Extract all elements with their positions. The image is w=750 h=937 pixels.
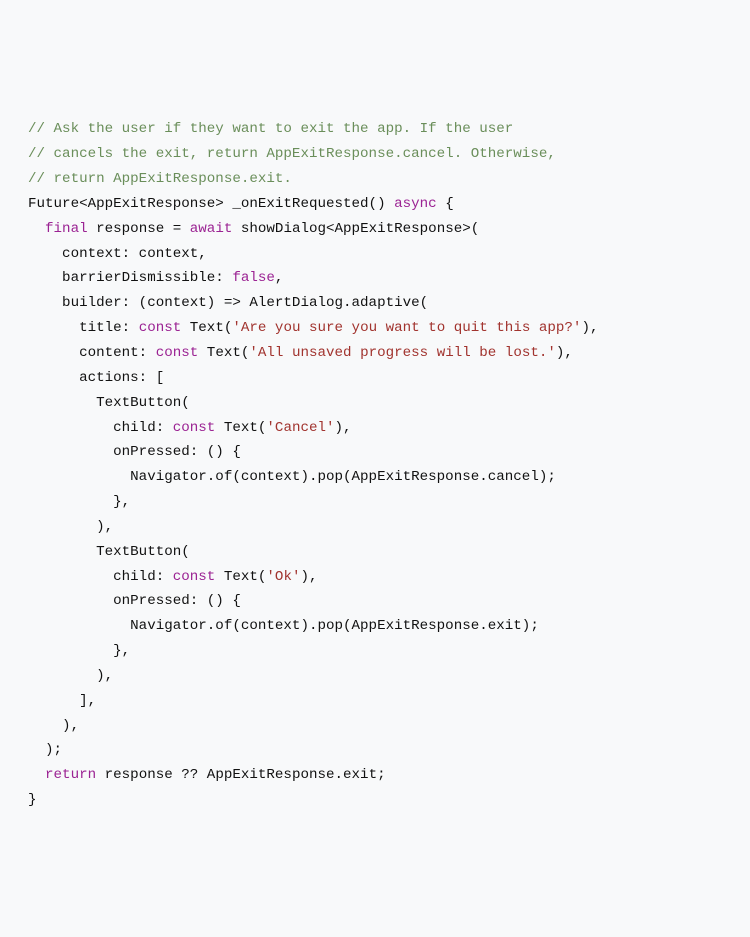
- code-text: ),: [581, 320, 598, 336]
- code-text: ),: [28, 718, 79, 734]
- code-text: ),: [28, 519, 113, 535]
- code-text: ),: [28, 668, 113, 684]
- keyword-const: const: [139, 320, 182, 336]
- code-line: },: [28, 639, 722, 664]
- code-line: Navigator.of(context).pop(AppExitRespons…: [28, 465, 722, 490]
- code-line: ),: [28, 664, 722, 689]
- string-literal: 'Are you sure you want to quit this app?…: [232, 320, 581, 336]
- code-text: response =: [88, 221, 190, 237]
- keyword-final: final: [45, 221, 88, 237]
- code-text: actions: [: [28, 370, 164, 386]
- code-line: actions: [: [28, 366, 722, 391]
- code-text: content:: [28, 345, 156, 361]
- code-text: TextButton(: [28, 544, 190, 560]
- code-text: Text(: [215, 420, 266, 436]
- code-line: TextButton(: [28, 540, 722, 565]
- code-text: Text(: [198, 345, 249, 361]
- code-line: );: [28, 738, 722, 763]
- string-literal: 'Cancel': [266, 420, 334, 436]
- code-text: ],: [28, 693, 96, 709]
- keyword-return: return: [45, 767, 96, 783]
- code-text: Navigator.of(context).pop(AppExitRespons…: [28, 469, 556, 485]
- code-line: // Ask the user if they want to exit the…: [28, 117, 722, 142]
- keyword-const: const: [156, 345, 199, 361]
- code-line: onPressed: () {: [28, 440, 722, 465]
- code-line: return response ?? AppExitResponse.exit;: [28, 763, 722, 788]
- code-line: Future<AppExitResponse> _onExitRequested…: [28, 192, 722, 217]
- keyword-false: false: [232, 270, 275, 286]
- code-line: child: const Text('Ok'),: [28, 565, 722, 590]
- code-text: ,: [275, 270, 284, 286]
- keyword-async: async: [394, 196, 437, 212]
- code-line: barrierDismissible: false,: [28, 266, 722, 291]
- code-text: );: [28, 742, 62, 758]
- code-text: Text(: [215, 569, 266, 585]
- code-line: }: [28, 788, 722, 813]
- code-line: onPressed: () {: [28, 589, 722, 614]
- code-text: },: [28, 494, 130, 510]
- code-line: ),: [28, 515, 722, 540]
- code-text: builder: (context) => AlertDialog.adapti…: [28, 295, 428, 311]
- code-line: content: const Text('All unsaved progres…: [28, 341, 722, 366]
- code-line: child: const Text('Cancel'),: [28, 416, 722, 441]
- code-text: child:: [28, 569, 173, 585]
- code-text: ),: [335, 420, 352, 436]
- code-text: {: [437, 196, 454, 212]
- code-text: title:: [28, 320, 139, 336]
- keyword-const: const: [173, 420, 216, 436]
- code-text: Text(: [181, 320, 232, 336]
- code-block: // Ask the user if they want to exit the…: [28, 117, 722, 813]
- comment-text: // return AppExitResponse.exit.: [28, 171, 292, 187]
- string-literal: 'Ok': [266, 569, 300, 585]
- code-text: },: [28, 643, 130, 659]
- code-text: Navigator.of(context).pop(AppExitRespons…: [28, 618, 539, 634]
- code-text: TextButton(: [28, 395, 190, 411]
- code-text: barrierDismissible:: [28, 270, 232, 286]
- code-line: // cancels the exit, return AppExitRespo…: [28, 142, 722, 167]
- code-text: onPressed: () {: [28, 593, 241, 609]
- code-line: title: const Text('Are you sure you want…: [28, 316, 722, 341]
- code-line: TextButton(: [28, 391, 722, 416]
- code-text: response ?? AppExitResponse.exit;: [96, 767, 385, 783]
- keyword-await: await: [190, 221, 233, 237]
- code-line: },: [28, 490, 722, 515]
- code-line: context: context,: [28, 242, 722, 267]
- code-line: builder: (context) => AlertDialog.adapti…: [28, 291, 722, 316]
- code-text: child:: [28, 420, 173, 436]
- code-text: [28, 767, 45, 783]
- code-text: ),: [556, 345, 573, 361]
- code-text: [28, 221, 45, 237]
- code-text: ),: [300, 569, 317, 585]
- code-text: }: [28, 792, 37, 808]
- code-text: Future<AppExitResponse> _onExitRequested…: [28, 196, 394, 212]
- code-line: // return AppExitResponse.exit.: [28, 167, 722, 192]
- comment-text: // cancels the exit, return AppExitRespo…: [28, 146, 556, 162]
- code-line: ),: [28, 714, 722, 739]
- comment-text: // Ask the user if they want to exit the…: [28, 121, 513, 137]
- code-line: ],: [28, 689, 722, 714]
- keyword-const: const: [173, 569, 216, 585]
- code-line: final response = await showDialog<AppExi…: [28, 217, 722, 242]
- code-text: showDialog<AppExitResponse>(: [232, 221, 479, 237]
- string-literal: 'All unsaved progress will be lost.': [249, 345, 556, 361]
- code-text: context: context,: [28, 246, 207, 262]
- code-text: onPressed: () {: [28, 444, 241, 460]
- code-line: Navigator.of(context).pop(AppExitRespons…: [28, 614, 722, 639]
